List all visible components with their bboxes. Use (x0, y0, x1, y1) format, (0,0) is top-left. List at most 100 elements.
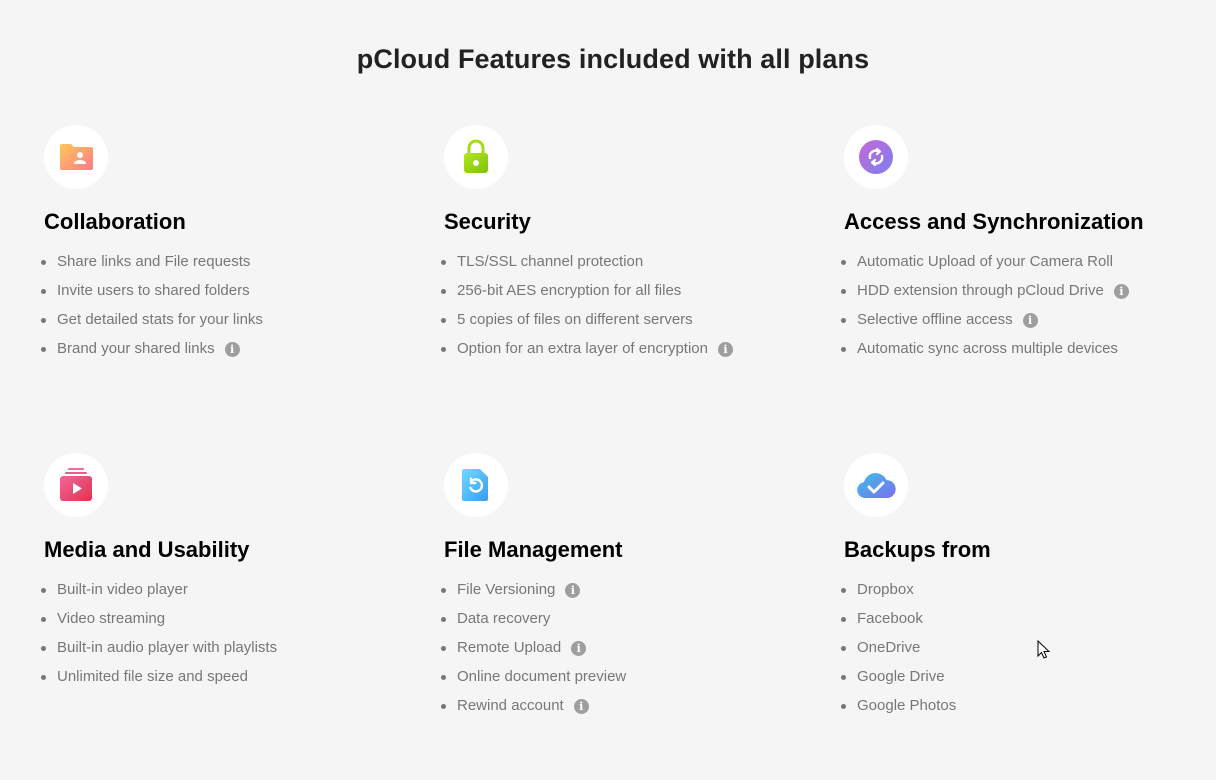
info-icon[interactable]: i (224, 342, 240, 357)
feature-list-item: TLS/SSL channel protection (441, 252, 824, 281)
feature-list-item: Video streaming (41, 609, 424, 638)
feature-title: Backups from (844, 537, 991, 562)
sync-icon (859, 140, 893, 174)
feature-list-item: Rewind account i (441, 696, 824, 725)
feature-media-usability: Media and Usability Built-in video playe… (41, 453, 424, 696)
info-icon[interactable]: i (565, 583, 581, 598)
feature-list-item: File Versioning i (441, 580, 824, 609)
bullet-icon (841, 675, 846, 680)
feature-list-item: Selective offline access i (841, 310, 1216, 339)
feature-item-label: OneDrive (857, 639, 921, 656)
feature-item-label: TLS/SSL channel protection (457, 253, 644, 270)
feature-list: Dropbox Facebook OneDrive Google Drive Googl… (841, 580, 1216, 725)
feature-item-label: Automatic Upload of your Camera Roll (857, 253, 1113, 270)
bullet-icon (41, 289, 46, 294)
info-icon[interactable]: i (571, 641, 587, 656)
feature-title: Media and Usability (44, 537, 250, 562)
feature-item-label: Built-in video player (57, 581, 188, 598)
feature-file-management: File Management File Versioning i Data rec… (441, 453, 824, 725)
feature-item-label: Share links and File requests (57, 253, 251, 270)
feature-item-label: Unlimited file size and speed (57, 668, 248, 685)
bullet-icon (41, 347, 46, 352)
lock-icon (464, 139, 488, 173)
cloud-check-icon (857, 473, 896, 498)
feature-list: Share links and File requests Invite user… (41, 252, 424, 368)
feature-list-item: Facebook (841, 609, 1216, 638)
feature-list-item: Option for an extra layer of encryption i (441, 339, 824, 368)
file-restore-icon (462, 469, 488, 501)
feature-list-item: Dropbox (841, 580, 1216, 609)
icon-badge (444, 125, 508, 189)
icon-badge (844, 125, 908, 189)
icon-badge (44, 453, 108, 517)
feature-list-item: Unlimited file size and speed (41, 667, 424, 696)
feature-item-label: 256-bit AES encryption for all files (457, 282, 682, 299)
feature-item-label: Automatic sync across multiple devices (857, 340, 1118, 357)
bullet-icon (41, 646, 46, 651)
mouse-cursor-icon (1037, 640, 1051, 659)
info-icon[interactable]: i (1022, 313, 1038, 328)
feature-item-label: Selective offline access (857, 311, 1013, 328)
feature-item-label: HDD extension through pCloud Drive (857, 282, 1104, 299)
icon-badge (44, 125, 108, 189)
feature-item-label: File Versioning (457, 581, 556, 598)
feature-item-label: Online document preview (457, 668, 627, 685)
feature-item-label: Data recovery (457, 610, 551, 627)
feature-access-sync: Access and Synchronization Automatic Upl… (841, 125, 1216, 368)
feature-item-label: Video streaming (57, 610, 166, 627)
feature-security: Security TLS/SSL channel protection 256-b… (441, 125, 824, 368)
feature-item-label: Built-in audio player with playlists (57, 639, 278, 656)
feature-list-item: Online document preview (441, 667, 824, 696)
bullet-icon (441, 260, 446, 265)
feature-list-item: 256-bit AES encryption for all files (441, 281, 824, 310)
bullet-icon (841, 260, 846, 265)
bullet-icon (41, 588, 46, 593)
bullet-icon (441, 318, 446, 323)
feature-list-item: Remote Upload i (441, 638, 824, 667)
feature-list-item: Built-in audio player with playlists (41, 638, 424, 667)
feature-item-label: Dropbox (857, 581, 914, 598)
feature-title: Access and Synchronization (844, 209, 1144, 234)
info-icon[interactable]: i (1113, 284, 1129, 299)
feature-list-item: Google Drive (841, 667, 1216, 696)
icon-badge (444, 453, 508, 517)
folder-user-icon (60, 144, 93, 170)
page-title: pCloud Features included with all plans (356, 44, 870, 74)
feature-item-label: Google Photos (857, 697, 957, 714)
bullet-icon (441, 646, 446, 651)
feature-item-label: Brand your shared links (57, 340, 215, 357)
feature-item-label: 5 copies of files on different servers (457, 311, 693, 328)
bullet-icon (841, 646, 846, 651)
bullet-icon (441, 617, 446, 622)
bullet-icon (41, 675, 46, 680)
bullet-icon (841, 588, 846, 593)
feature-item-label: Invite users to shared folders (57, 282, 250, 299)
info-icon[interactable]: i (573, 699, 589, 714)
feature-item-label: Facebook (857, 610, 923, 627)
bullet-icon (841, 289, 846, 294)
info-icon[interactable]: i (717, 342, 733, 357)
feature-collaboration: Collaboration Share links and File reque… (41, 125, 424, 368)
feature-list-item: Built-in video player (41, 580, 424, 609)
bullet-icon (841, 347, 846, 352)
bullet-icon (41, 617, 46, 622)
feature-list-item: Google Photos (841, 696, 1216, 725)
feature-list: Built-in video player Video streaming Buil… (41, 580, 424, 696)
feature-list: TLS/SSL channel protection 256-bit AES en… (441, 252, 824, 368)
feature-list-item: HDD extension through pCloud Drive i (841, 281, 1216, 310)
feature-list-item: OneDrive (841, 638, 1216, 667)
bullet-icon (41, 318, 46, 323)
feature-list-item: Brand your shared links i (41, 339, 424, 368)
feature-list-item: Invite users to shared folders (41, 281, 424, 310)
feature-list-item: Automatic sync across multiple devices (841, 339, 1216, 368)
feature-item-label: Remote Upload (457, 639, 562, 656)
bullet-icon (841, 318, 846, 323)
bullet-icon (441, 588, 446, 593)
feature-list-item: Get detailed stats for your links (41, 310, 424, 339)
feature-list-item: 5 copies of files on different servers (441, 310, 824, 339)
feature-list: Automatic Upload of your Camera Roll HDD … (841, 252, 1216, 368)
bullet-icon (841, 617, 846, 622)
feature-list-item: Data recovery (441, 609, 824, 638)
bullet-icon (41, 260, 46, 265)
feature-title: Security (444, 209, 531, 234)
